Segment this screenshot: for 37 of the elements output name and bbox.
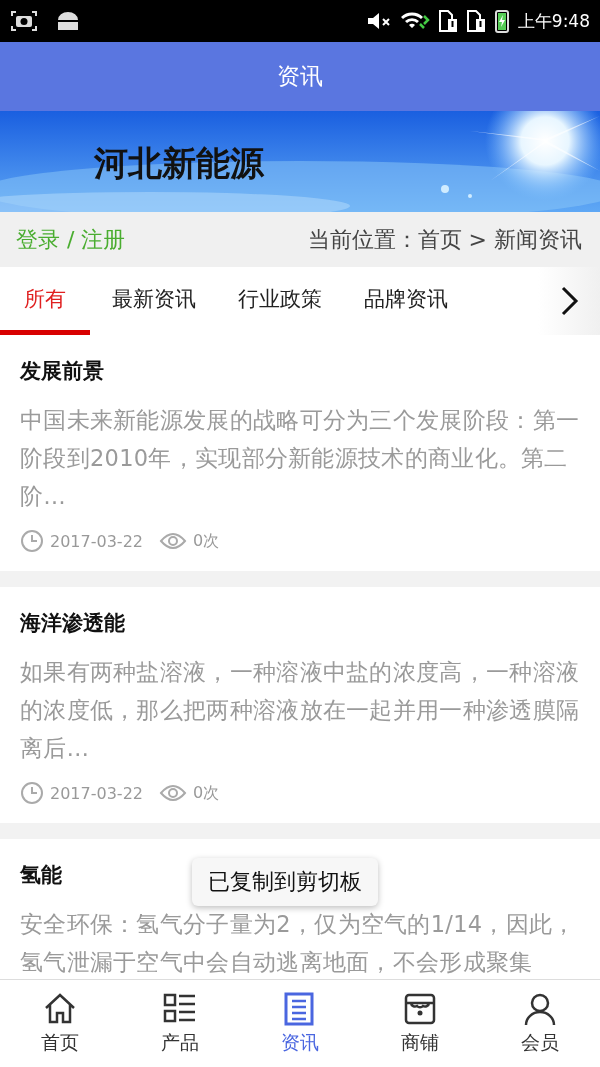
chevron-right-icon	[559, 285, 579, 317]
article-summary: 中国未来新能源发展的战略可分为三个发展阶段：第一阶段到2010年，实现部分新能源技术的商业化。第二阶…	[20, 406, 581, 511]
banner-title: 河北新能源	[94, 142, 264, 185]
toast: 已复制到剪切板	[192, 858, 378, 906]
clock: 上午9:48	[517, 9, 590, 33]
battery-icon	[493, 8, 510, 34]
shop-icon	[403, 991, 437, 1026]
clock-icon	[20, 781, 44, 805]
view-count: 0次	[193, 782, 220, 804]
article-title[interactable]: 氢能	[20, 861, 62, 889]
user-icon	[523, 991, 557, 1026]
nav-tab[interactable]: 会员	[480, 980, 600, 1067]
article-summary: 安全环保：氢气分子量为2，仅为空气的1/14，因此，氢气泄漏于空气中会自动逃离地面，不会形成聚集	[20, 910, 577, 977]
article-title[interactable]: 发展前景	[20, 357, 104, 385]
page-title: 资讯	[277, 62, 323, 91]
nav-tab[interactable]: 资讯	[240, 980, 360, 1067]
nav-tab[interactable]: 产品	[120, 980, 240, 1067]
mute-icon	[365, 10, 392, 32]
article-date: 2017-03-22	[50, 783, 143, 803]
category-tab[interactable]: 最新资讯	[92, 267, 216, 335]
article-summary: 如果有两种盐溶液，一种溶液中盐的浓度高，一种溶液的浓度低，那么把两种溶液放在一起并用一种渗透膜隔离后…	[20, 658, 581, 763]
breadcrumb: 当前位置：首页 > 新闻资讯	[307, 225, 582, 254]
nav-tab[interactable]: 首页	[0, 980, 120, 1067]
article-title[interactable]: 海洋渗透能	[20, 609, 125, 637]
view-count: 0次	[193, 530, 220, 552]
category-tab[interactable]: 品牌资讯	[344, 267, 468, 335]
screenshot-icon	[10, 10, 38, 32]
category-tab[interactable]: 行业政策	[218, 267, 342, 335]
sim-icon	[465, 9, 486, 33]
clock-icon	[20, 529, 44, 553]
eye-icon	[159, 531, 187, 551]
nav-tab[interactable]: 商铺	[360, 980, 480, 1067]
home-icon	[43, 991, 77, 1026]
eye-icon	[159, 783, 187, 803]
document-icon	[283, 991, 317, 1026]
article-date: 2017-03-22	[50, 531, 143, 551]
sim-icon	[437, 9, 458, 33]
